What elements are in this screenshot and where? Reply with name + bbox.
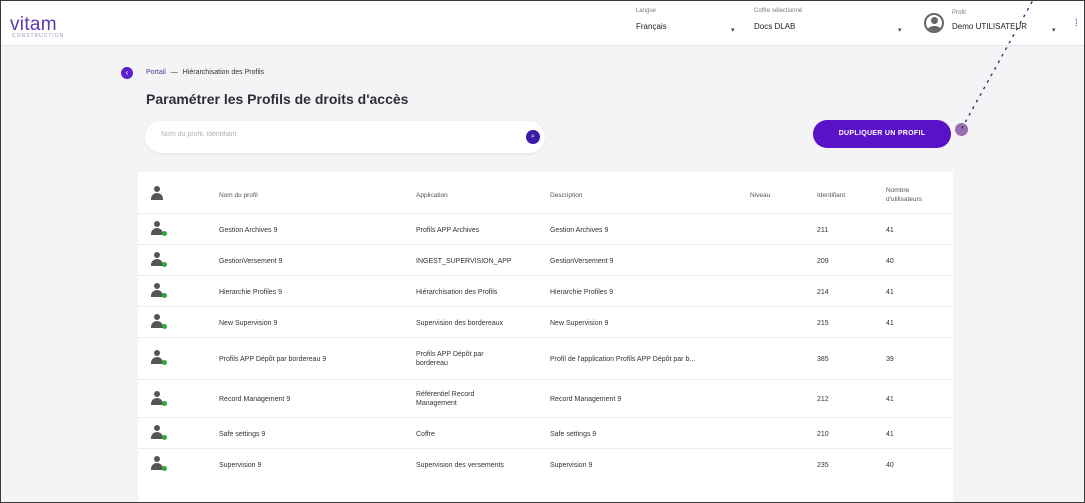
cell-application: Profils APP Archives: [416, 227, 480, 234]
breadcrumb-portal-link[interactable]: Portail: [146, 69, 166, 76]
cell-description: Safe settings 9: [550, 431, 597, 438]
table-row[interactable]: Profils APP Dépôt par bordereau 9 Profil…: [138, 338, 953, 380]
top-bar: vitam CONSTRUCTION Langue Français ▾ Cof…: [0, 0, 1085, 46]
column-header-application[interactable]: Application: [416, 191, 448, 200]
table-header-row: Nom du profil Application Description Ni…: [138, 172, 953, 214]
language-value: Français: [636, 22, 667, 31]
profile-icon: [150, 221, 167, 237]
cell-users: 40: [886, 258, 894, 265]
cell-users: 40: [886, 462, 894, 469]
table-row[interactable]: Safe settings 9 Coffre Safe settings 9 2…: [138, 418, 953, 449]
profile-icon: [150, 314, 167, 330]
cell-name: New Supervision 9: [219, 320, 278, 327]
column-header-description[interactable]: Description: [550, 191, 583, 200]
back-arrow-icon[interactable]: ‹: [121, 67, 133, 79]
profile-value: Demo UTILISATEUR: [952, 22, 1027, 31]
search-box: [145, 121, 545, 153]
cell-description: Hierarchie Profiles 9: [550, 289, 614, 296]
profile-icon: [150, 425, 167, 441]
column-header-level[interactable]: Niveau: [750, 191, 770, 200]
cell-name: Supervision 9: [219, 462, 262, 469]
cell-application: Coffre: [416, 431, 435, 438]
search-input[interactable]: [161, 131, 511, 138]
language-select[interactable]: Langue Français: [636, 8, 667, 31]
table-row[interactable]: Record Management 9 Référentiel Record M…: [138, 380, 953, 418]
cell-identifier: 385: [817, 356, 829, 363]
cell-name: Record Management 9: [219, 396, 291, 403]
cell-application: INGEST_SUPERVISION_APP: [416, 258, 512, 265]
table-row[interactable]: New Supervision 9 Supervision des border…: [138, 307, 953, 338]
profiles-table: Nom du profil Application Description Ni…: [138, 172, 953, 503]
cell-description: Gestion Archives 9: [550, 227, 609, 234]
vault-label: Coffre sélectionné: [754, 8, 803, 14]
logo-subtitle: CONSTRUCTION: [12, 33, 65, 39]
cell-name: Gestion Archives 9: [219, 227, 278, 234]
page-title: Paramétrer les Profils de droits d'accès: [146, 91, 409, 107]
cell-application: Supervision des versements: [416, 462, 504, 469]
cell-identifier: 210: [817, 431, 829, 438]
cell-name: Profils APP Dépôt par bordereau 9: [219, 356, 327, 363]
column-header-users[interactable]: Nombre d'utilisateurs: [886, 186, 944, 204]
table-row[interactable]: GestionVersement 9 INGEST_SUPERVISION_AP…: [138, 245, 953, 276]
duplicate-profile-button[interactable]: DUPLIQUER UN PROFIL: [813, 120, 951, 148]
cell-description: New Supervision 9: [550, 320, 609, 327]
cell-identifier: 211: [817, 227, 829, 234]
cell-users: 39: [886, 356, 894, 363]
column-header-identifier[interactable]: Identifiant: [817, 191, 845, 200]
column-header-name[interactable]: Nom du profil: [219, 191, 258, 200]
user-avatar-icon[interactable]: [924, 13, 944, 33]
cell-identifier: 214: [817, 289, 829, 296]
vault-value: Docs DLAB: [754, 22, 796, 31]
cell-application: Référentiel Record Management: [416, 391, 475, 407]
cell-application: Supervision des bordereaux: [416, 320, 504, 327]
table-row[interactable]: Gestion Archives 9 Profils APP Archives …: [138, 214, 953, 245]
menu-icon[interactable]: ⁞: [1075, 18, 1078, 29]
cell-identifier: 215: [817, 320, 829, 327]
table-row[interactable]: Hierarchie Profiles 9 Hiérarchisation de…: [138, 276, 953, 307]
cell-identifier: 209: [817, 258, 829, 265]
cell-users: 41: [886, 320, 894, 327]
profile-select[interactable]: Profil Demo UTILISATEUR: [952, 10, 1027, 31]
cell-users: 41: [886, 431, 894, 438]
breadcrumb-current: Hiérarchisation des Profils: [182, 69, 265, 76]
profile-header-icon: [150, 186, 166, 202]
language-chevron-down-icon[interactable]: ▾: [731, 26, 735, 34]
profile-icon: [150, 252, 167, 268]
cell-description: GestionVersement 9: [550, 258, 614, 265]
cell-description: Record Management 9: [550, 396, 622, 403]
profile-icon: [150, 350, 167, 366]
cell-identifier: 235: [817, 462, 829, 469]
breadcrumb-separator: —: [170, 69, 178, 76]
cell-users: 41: [886, 227, 894, 234]
cell-name: Hierarchie Profiles 9: [219, 289, 283, 296]
search-icon[interactable]: ⌕: [526, 130, 540, 144]
cell-description: Profil de l'application Profils APP Dépô…: [550, 356, 696, 363]
cell-application: Profils APP Dépôt par bordereau: [416, 351, 484, 367]
cursor-pointer-dot: [955, 123, 968, 136]
table-row[interactable]: Supervision 9 Supervision des versements…: [138, 449, 953, 480]
profile-icon: [150, 456, 167, 472]
language-label: Langue: [636, 8, 657, 14]
profile-icon: [150, 391, 167, 407]
profile-chevron-down-icon[interactable]: ▾: [1052, 26, 1056, 34]
vault-chevron-down-icon[interactable]: ▾: [898, 26, 902, 34]
profile-icon: [150, 283, 167, 299]
profile-label: Profil: [952, 10, 966, 16]
breadcrumb: Portail — Hiérarchisation des Profils: [146, 69, 264, 76]
cell-description: Supervision 9: [550, 462, 593, 469]
cell-name: GestionVersement 9: [219, 258, 283, 265]
cell-users: 41: [886, 396, 894, 403]
vault-select[interactable]: Coffre sélectionné Docs DLAB: [754, 8, 802, 31]
cell-application: Hiérarchisation des Profils: [416, 289, 498, 296]
cell-identifier: 212: [817, 396, 829, 403]
cell-users: 41: [886, 289, 894, 296]
cell-name: Safe settings 9: [219, 431, 266, 438]
